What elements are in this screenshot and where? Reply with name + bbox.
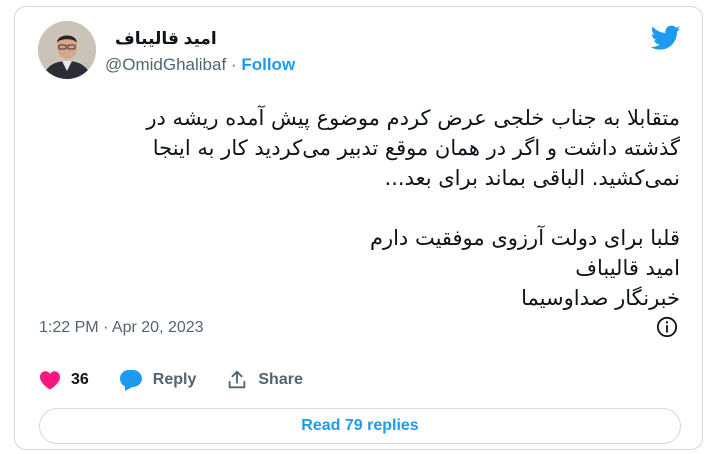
heart-icon [40,371,60,390]
tweet-line: قلبا برای دولت آرزوی موفقیت دارم [369,226,680,250]
tweet-line: خبرنگار صداوسیما [521,286,680,310]
like-button[interactable]: 36 [39,370,89,390]
share-icon [229,370,246,389]
tweet-line: امید قالیباف [575,256,680,280]
author-handle-row: @OmidGhalibaf · Follow [105,55,295,75]
like-count: 36 [71,371,89,388]
tweet-card: امید قالیباف @OmidGhalibaf · Follow متقا… [14,6,703,450]
info-icon[interactable] [656,316,678,338]
share-button[interactable]: Share [226,369,303,391]
tweet-text: متقابلا به جناب خلجی عرض کردم موضوع پیش … [40,103,680,313]
share-label: Share [258,371,303,388]
tweet-line: گذشته داشت و اگر در همان موقع تدبیر می‌ک… [152,136,680,160]
author-handle[interactable]: @OmidGhalibaf [105,55,226,74]
twitter-bird-icon[interactable] [651,25,681,51]
reply-bubble-icon [119,370,142,391]
reply-button[interactable]: Reply [119,369,197,391]
tweet-line: متقابلا به جناب خلجی عرض کردم موضوع پیش … [146,106,680,130]
tweet-timestamp[interactable]: 1:22 PM · Apr 20, 2023 [39,319,204,337]
author-name[interactable]: امید قالیباف [115,29,217,49]
tweet-actions: 36 Reply Share [39,363,333,397]
avatar[interactable] [38,21,96,79]
read-replies-button[interactable]: Read 79 replies [39,408,681,444]
tweet-line: نمی‌کشید. الباقی بماند برای بعد... [384,166,680,190]
follow-button[interactable]: Follow [241,55,295,74]
reply-label: Reply [152,371,197,388]
separator-dot: · [230,55,237,74]
